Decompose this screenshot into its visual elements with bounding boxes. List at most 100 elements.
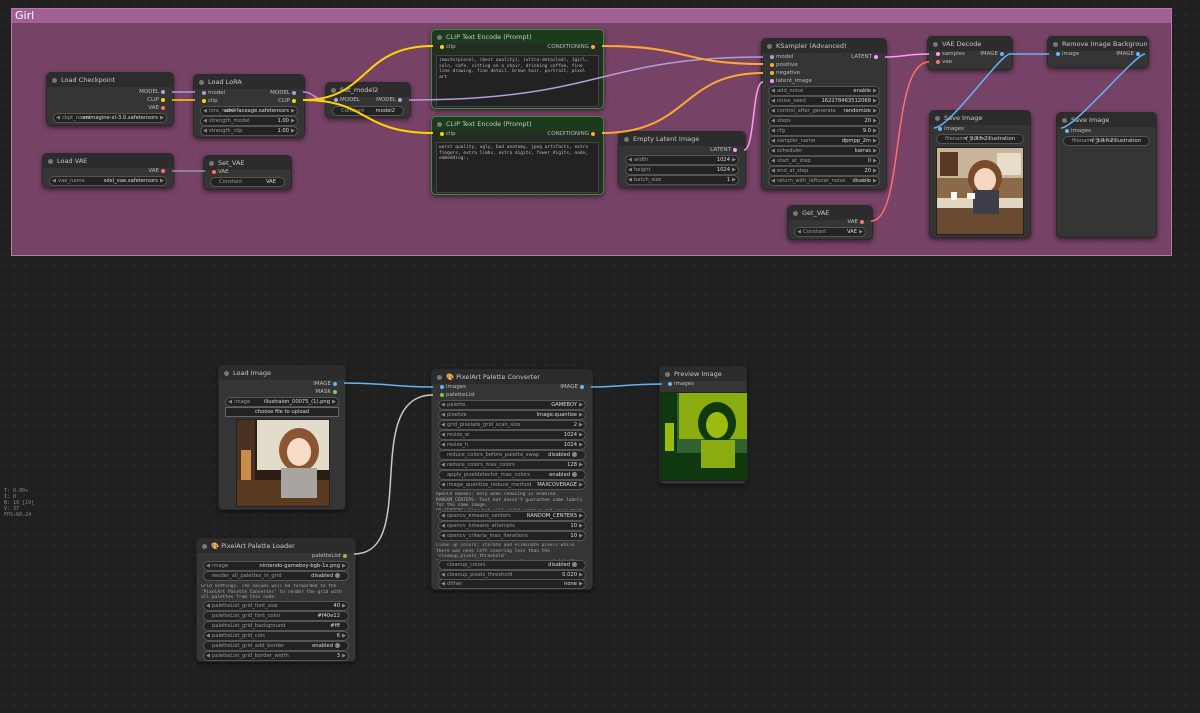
node-set-model2[interactable]: Set_model2 MODEL MODEL Constant model2 [325, 82, 411, 118]
widget-vae-name[interactable]: ◀ vae_name sdxl_vae.safetensors ▶ [49, 176, 167, 186]
widget-return-with-leftover-noise[interactable]: ◀ return_with_leftover_noise disable ▶ [768, 176, 880, 186]
widget-scheduler[interactable]: ◀ scheduler karras ▶ [768, 146, 880, 156]
node-pixelart-palette-converter[interactable]: 🎨 PixelArt Palette Converter images pale… [431, 369, 593, 590]
input-palettelist[interactable]: paletteList [438, 391, 475, 400]
socket-icon[interactable] [938, 126, 942, 131]
socket-icon[interactable] [292, 98, 296, 103]
widget-strength-clip[interactable]: ◀ strength_clip 1.00 ▶ [200, 126, 298, 136]
socket-icon[interactable] [440, 392, 444, 397]
node-remove-image-background[interactable]: Remove Image Background (abg) image IMAG… [1047, 36, 1149, 68]
socket-icon[interactable] [161, 89, 165, 94]
collapse-dot-icon[interactable] [202, 543, 207, 549]
output-latent[interactable]: LATENT [710, 146, 739, 155]
widget-batch-size[interactable]: ◀ batch_size 1 ▶ [625, 175, 739, 185]
node-clip-text-encode-negative[interactable]: CLIP Text Encode (Prompt) clip CONDITION… [431, 116, 604, 195]
widget-width[interactable]: ◀ width 1024 ▶ [625, 155, 739, 165]
widget-add-noise[interactable]: ◀ add_noise enable ▶ [768, 86, 880, 96]
socket-icon[interactable] [770, 54, 774, 59]
node-title[interactable]: Empty Latent Image [619, 132, 745, 146]
node-pixelart-palette-loader[interactable]: 🎨 PixelArt Palette Loader paletteList ◀ i… [196, 538, 356, 662]
input-images[interactable]: images [936, 125, 964, 134]
node-title[interactable]: 🎨 PixelArt Palette Loader [197, 539, 355, 553]
socket-icon[interactable] [874, 54, 878, 59]
node-title[interactable]: Save Image [930, 111, 1030, 125]
widget-quantize-method[interactable]: ◀ image_quantize_reduce_method MAXCOVERAGE… [438, 480, 586, 490]
prompt-textarea[interactable]: (masterpiece), (best quality), (ultra-de… [436, 55, 599, 107]
output-vae[interactable]: VAE [148, 167, 167, 176]
socket-icon[interactable] [212, 169, 216, 174]
widget-strength-model[interactable]: ◀ strength_model 1.00 ▶ [200, 116, 298, 126]
socket-icon[interactable] [161, 97, 165, 102]
collapse-dot-icon[interactable] [437, 121, 442, 127]
widget-criteria-max-iterations[interactable]: ◀ opencv_criteria_max_iterations 10 ▶ [438, 531, 586, 541]
socket-icon[interactable] [161, 168, 165, 173]
collapse-dot-icon[interactable] [933, 41, 938, 47]
node-preview-image[interactable]: Preview Image images [659, 366, 748, 484]
node-title[interactable]: Preview Image [660, 367, 746, 381]
input-vae[interactable]: vae [934, 58, 952, 67]
output-image[interactable]: IMAGE [980, 50, 1006, 59]
output-mask[interactable]: MASK [315, 388, 339, 397]
widget-kmeans-centers[interactable]: ◀ opencv_kmeans_centers RANDOM_CENTERS ▶ [438, 511, 586, 521]
output-clip[interactable]: CLIP [278, 97, 298, 106]
widget-pixeldetector-toggle[interactable]: apply_pixeldetector_max_colors enabled [438, 470, 586, 480]
widget-noise-seed[interactable]: ◀ noise_seed 162278463512068 ▶ [768, 96, 880, 106]
node-title[interactable]: VAE Decode [928, 37, 1012, 51]
output-conditioning[interactable]: CONDITIONING [547, 130, 597, 139]
collapse-dot-icon[interactable] [437, 34, 442, 40]
socket-icon[interactable] [334, 97, 338, 102]
collapse-dot-icon[interactable] [665, 371, 670, 377]
input-clip[interactable]: clip [438, 43, 456, 52]
widget-image[interactable]: ◀ image nintendo-gameboy-bgb-1x.png ▶ [203, 561, 349, 571]
output-image[interactable]: IMAGE [560, 383, 586, 392]
node-title[interactable]: Save Image [1057, 113, 1156, 127]
output-vae[interactable]: VAE [148, 104, 167, 113]
output-palettelist[interactable]: paletteList [312, 552, 349, 561]
widget-grid-add-border-toggle[interactable]: paletteList_grid_add_border enabled [203, 641, 349, 651]
node-clip-text-encode-positive[interactable]: CLIP Text Encode (Prompt) clip CONDITION… [431, 29, 604, 109]
socket-icon[interactable] [591, 44, 595, 49]
node-load-lora[interactable]: Load LoRA model clip MODEL CLIP ◀ lora_na… [193, 74, 305, 138]
socket-icon[interactable] [668, 381, 672, 386]
input-model[interactable]: MODEL [332, 96, 360, 105]
socket-icon[interactable] [292, 90, 296, 95]
collapse-dot-icon[interactable] [199, 79, 204, 85]
widget-filename-prefix[interactable]: filename_prefix イラスト2illustration [1063, 136, 1150, 146]
node-load-checkpoint[interactable]: Load Checkpoint MODEL CLIP VAE ◀ ckpt_nam… [46, 72, 174, 126]
socket-icon[interactable] [1000, 51, 1004, 56]
node-save-image-1[interactable]: Save Image images filename_prefix イラスト2il… [929, 110, 1031, 238]
input-images[interactable]: images [666, 380, 694, 389]
widget-control-after-generate[interactable]: ◀ control_after_generate randomize ▶ [768, 106, 880, 116]
widget-palette[interactable]: ◀ palette GAMEBOY ▶ [438, 400, 586, 410]
collapse-dot-icon[interactable] [48, 158, 53, 164]
input-images[interactable]: images [1063, 127, 1091, 136]
collapse-dot-icon[interactable] [209, 160, 214, 166]
widget-grid-font-color[interactable]: paletteList_grid_font_color #f40e12 [203, 611, 349, 621]
output-vae[interactable]: VAE [847, 218, 866, 227]
widget-dither[interactable]: ◀ dither none ▶ [438, 579, 586, 589]
widget-render-all-palettes-toggle[interactable]: render_all_palettes_in_grid disabled [203, 571, 349, 581]
widget-constant[interactable]: ◀ Constant VAE ▶ [794, 227, 866, 237]
socket-icon[interactable] [936, 51, 940, 56]
node-set-vae[interactable]: Set_VAE VAE Constant VAE [203, 155, 292, 190]
output-model[interactable]: MODEL [376, 96, 404, 105]
node-vae-decode[interactable]: VAE Decode samples vae IMAGE [927, 36, 1013, 70]
widget-grid-cols[interactable]: ◀ paletteList_grid_cols 6 ▶ [203, 631, 349, 641]
input-vae[interactable]: VAE [210, 168, 229, 177]
node-save-image-2[interactable]: Save Image images filename_prefix イラスト2il… [1056, 112, 1157, 238]
widget-grid-scan-size[interactable]: ◀ grid_pixelate_grid_scan_size 2 ▶ [438, 420, 586, 430]
widget-constant[interactable]: Constant VAE [210, 177, 285, 187]
node-title[interactable]: Remove Image Background (abg) [1048, 37, 1148, 51]
widget-grid-background[interactable]: paletteList_grid_background #fff [203, 621, 349, 631]
widget-image[interactable]: ◀ image illustraion_00075_(1).png ▶ [225, 397, 339, 407]
widget-reduce-colors-toggle[interactable]: reduce_colors_before_palette_swap disable… [438, 450, 586, 460]
widget-reduce-max-colors[interactable]: ◀ reduce_colors_max_colors 128 ▶ [438, 460, 586, 470]
node-load-vae[interactable]: Load VAE VAE ◀ vae_name sdxl_vae.safetenso… [42, 153, 174, 188]
socket-icon[interactable] [202, 98, 206, 103]
collapse-dot-icon[interactable] [52, 77, 57, 83]
widget-pixelize[interactable]: ◀ pixelize Image.quantize ▶ [438, 410, 586, 420]
socket-icon[interactable] [1065, 128, 1069, 133]
output-latent[interactable]: LATENT [851, 53, 880, 62]
widget-resize-h[interactable]: ◀ resize_h 1024 ▶ [438, 440, 586, 450]
socket-icon[interactable] [202, 90, 206, 95]
